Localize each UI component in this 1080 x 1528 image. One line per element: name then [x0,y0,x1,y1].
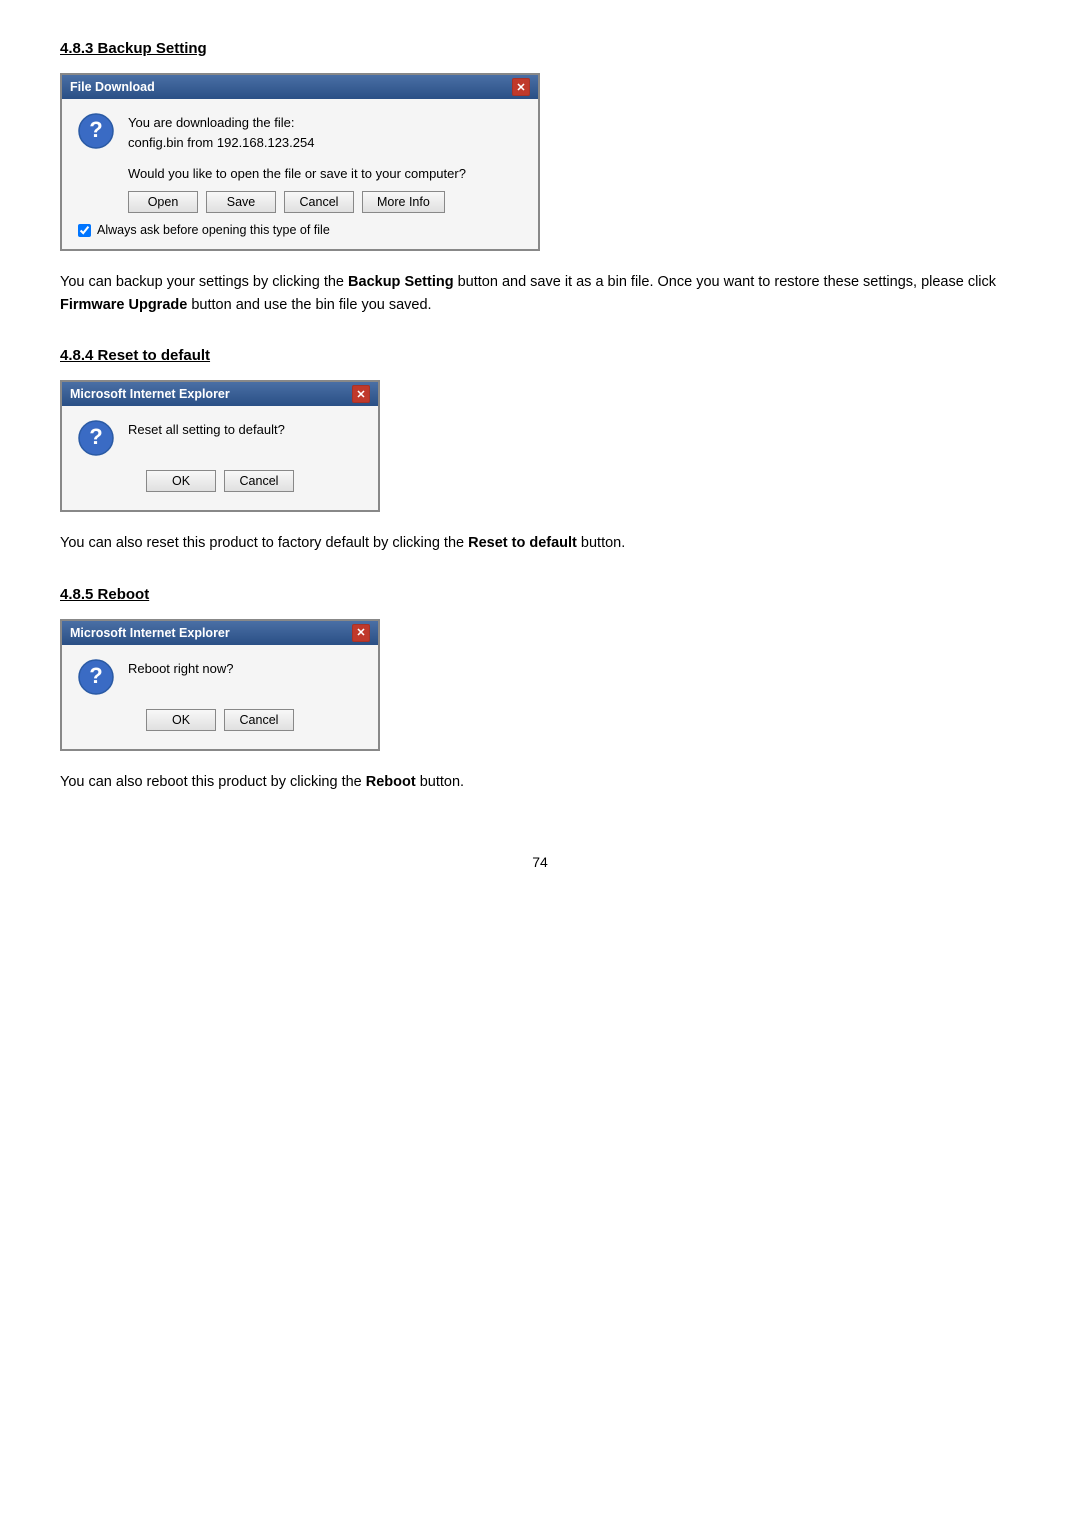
cancel-button-reboot[interactable]: Cancel [224,709,294,731]
cancel-button[interactable]: Cancel [284,191,354,213]
section-reboot: 4.8.5 Reboot Microsoft Internet Explorer… [60,586,1020,794]
svg-text:?: ? [89,663,102,688]
dialog-titlebar-reset: Microsoft Internet Explorer ✕ [62,382,378,406]
dialog-reset-content-row: ? Reset all setting to default? [78,420,362,456]
open-button[interactable]: Open [128,191,198,213]
close-icon: ✕ [356,626,365,639]
dialog-reboot-body: ? Reboot right now? OK Cancel [62,645,378,749]
dialog-file-download-body: ? You are downloading the file: config.b… [62,99,538,249]
dialog-reboot-buttons: OK Cancel [78,709,362,731]
svg-text:?: ? [89,424,102,449]
section-reset-to-default: 4.8.4 Reset to default Microsoft Interne… [60,347,1020,555]
question-mark-icon-reboot: ? [78,659,114,695]
dialog-action-buttons: Open Save Cancel More Info [78,191,522,213]
section-backup-setting: 4.8.3 Backup Setting File Download ✕ ? Y… [60,40,1020,317]
reboot-message: Reboot right now? [128,659,234,679]
dialog-titlebar-file-download: File Download ✕ [62,75,538,99]
svg-text:?: ? [89,117,102,142]
question-mark-icon-reset: ? [78,420,114,456]
ok-button-reset[interactable]: OK [146,470,216,492]
dialog-reset-body: ? Reset all setting to default? OK Cance… [62,406,378,510]
page-number: 74 [60,854,1020,870]
reset-message: Reset all setting to default? [128,420,285,440]
dialog-reboot-content-row: ? Reboot right now? [78,659,362,695]
close-icon: ✕ [516,81,525,94]
download-question: Would you like to open the file or save … [78,166,522,181]
dialog-close-button[interactable]: ✕ [512,78,530,96]
heading-reboot: 4.8.5 Reboot [60,586,1020,603]
dialog-ie-title-reset: Microsoft Internet Explorer [70,387,230,401]
reboot-body-text: You can also reboot this product by clic… [60,771,1020,794]
dialog-close-button-reboot[interactable]: ✕ [352,624,370,642]
always-ask-checkbox[interactable] [78,224,91,237]
more-info-button[interactable]: More Info [362,191,445,213]
reset-body-text: You can also reset this product to facto… [60,532,1020,555]
heading-backup-setting: 4.8.3 Backup Setting [60,40,1020,57]
dialog-content-row: ? You are downloading the file: config.b… [78,113,522,152]
dialog-reset-buttons: OK Cancel [78,470,362,492]
question-mark-icon: ? [78,113,114,149]
ok-button-reboot[interactable]: OK [146,709,216,731]
close-icon: ✕ [356,388,365,401]
always-ask-label: Always ask before opening this type of f… [97,223,330,237]
download-text-line1: You are downloading the file: [128,113,314,133]
dialog-title-text: File Download [70,80,155,94]
heading-reset-to-default: 4.8.4 Reset to default [60,347,1020,364]
dialog-file-download: File Download ✕ ? You are downloading th… [60,73,540,251]
checkbox-row: Always ask before opening this type of f… [78,223,522,237]
dialog-titlebar-reboot: Microsoft Internet Explorer ✕ [62,621,378,645]
download-info: You are downloading the file: config.bin… [128,113,314,152]
dialog-reboot: Microsoft Internet Explorer ✕ ? Reboot r… [60,619,380,751]
dialog-ie-title-reboot: Microsoft Internet Explorer [70,626,230,640]
dialog-reset-default: Microsoft Internet Explorer ✕ ? Reset al… [60,380,380,512]
download-text-line2: config.bin from 192.168.123.254 [128,133,314,153]
dialog-close-button-reset[interactable]: ✕ [352,385,370,403]
save-button[interactable]: Save [206,191,276,213]
backup-body-text: You can backup your settings by clicking… [60,271,1020,317]
cancel-button-reset[interactable]: Cancel [224,470,294,492]
